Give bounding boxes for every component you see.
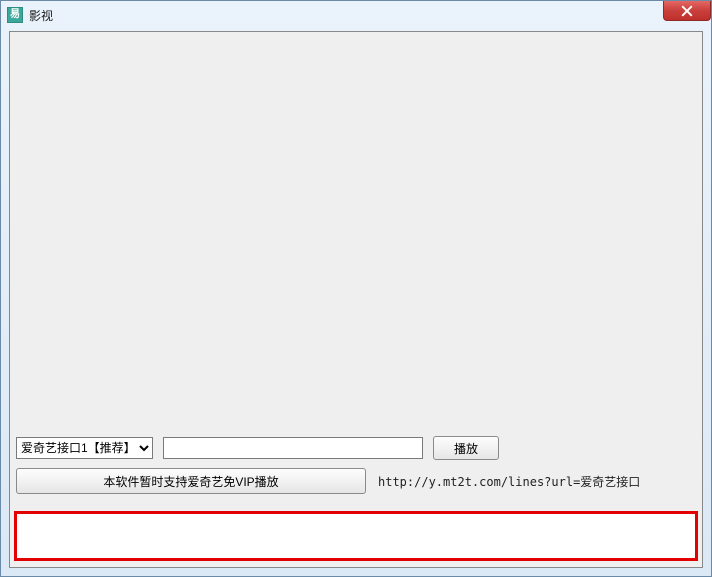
status-url-text: http://y.mt2t.com/lines?url=爱奇艺接口 (378, 473, 640, 490)
titlebar: 易 影视 (1, 1, 711, 29)
app-icon: 易 (7, 7, 23, 23)
close-button[interactable] (663, 1, 711, 21)
play-button[interactable]: 播放 (433, 436, 499, 460)
video-display-area (16, 38, 696, 428)
window-title: 影视 (29, 7, 53, 24)
highlighted-region (14, 511, 698, 561)
info-row: 本软件暂时支持爱奇艺免VIP播放 http://y.mt2t.com/lines… (16, 468, 696, 494)
url-input[interactable] (163, 437, 423, 459)
client-area: 爱奇艺接口1【推荐】 播放 本软件暂时支持爱奇艺免VIP播放 http://y.… (9, 31, 703, 568)
close-icon (681, 5, 693, 17)
controls-row: 爱奇艺接口1【推荐】 播放 (16, 436, 696, 460)
window-frame: 易 影视 爱奇艺接口1【推荐】 播放 本软件暂时支持爱奇艺免VIP播放 http… (0, 0, 712, 577)
interface-select[interactable]: 爱奇艺接口1【推荐】 (16, 437, 153, 459)
support-info-button[interactable]: 本软件暂时支持爱奇艺免VIP播放 (16, 468, 366, 494)
